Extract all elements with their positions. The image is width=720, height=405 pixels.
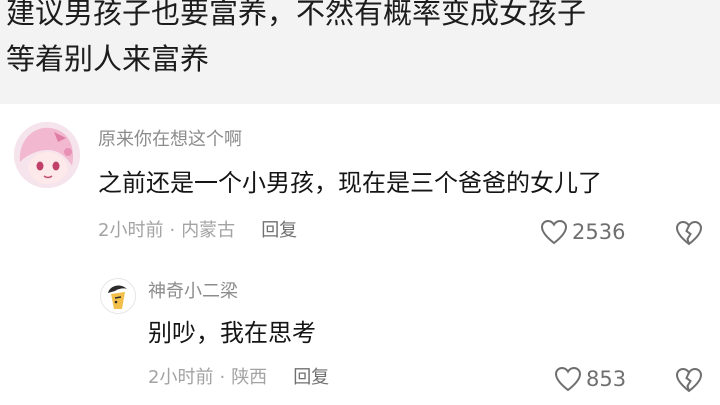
broken-heart-icon bbox=[675, 367, 703, 393]
comment-meta: 2小时前 · 陕西 回复 bbox=[148, 365, 329, 391]
comment-username[interactable]: 神奇小二梁 bbox=[148, 279, 238, 305]
comment-location: 陕西 bbox=[231, 367, 268, 388]
reply-comment-item: 神奇小二梁 别吵，我在思考 2小时前 · 陕西 回复 853 bbox=[0, 0, 720, 405]
reply-button[interactable]: 回复 bbox=[293, 365, 329, 391]
like-count: 853 bbox=[586, 367, 627, 391]
avatar[interactable] bbox=[100, 278, 136, 314]
dislike-button[interactable] bbox=[674, 366, 704, 394]
comment-time: 2小时前 bbox=[148, 367, 214, 388]
comment-content: 别吵，我在思考 bbox=[148, 319, 316, 347]
cartoon-avatar-icon bbox=[108, 285, 127, 309]
like-button[interactable]: 853 bbox=[554, 364, 626, 394]
heart-outline-icon bbox=[554, 366, 582, 392]
meta-separator: · bbox=[219, 367, 226, 388]
